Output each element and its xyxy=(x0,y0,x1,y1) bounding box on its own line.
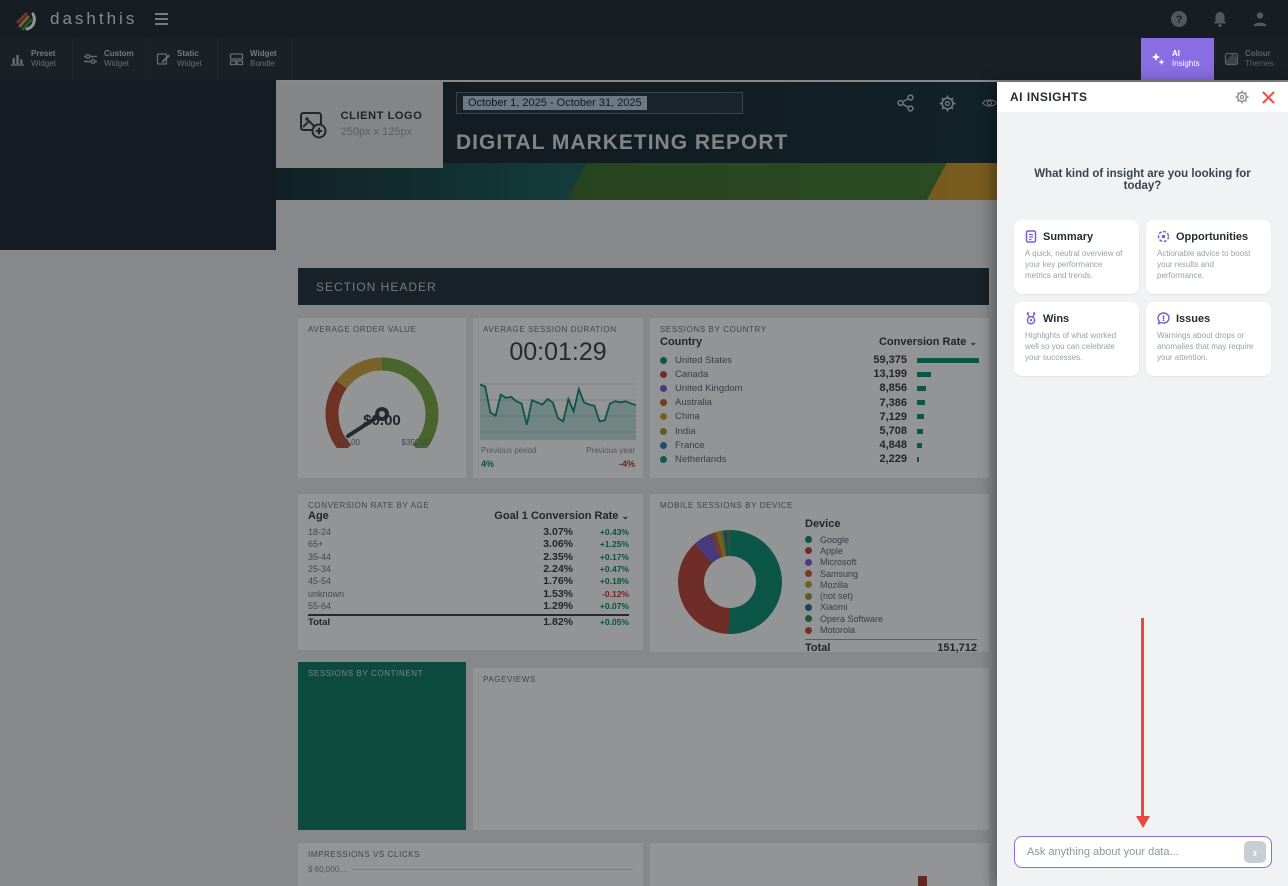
ai-insights-panel: AI INSIGHTS What kind of insight are you… xyxy=(997,82,1288,886)
ai-cards-grid: Summary A quick, neutral overview of you… xyxy=(1014,220,1271,376)
ai-ask-input[interactable] xyxy=(1027,846,1244,858)
opportunities-target-icon xyxy=(1157,230,1170,243)
summary-document-icon xyxy=(1025,230,1037,243)
ai-ask-input-box: › xyxy=(1014,836,1272,868)
tutorial-arrow xyxy=(1141,618,1144,818)
ai-question-text: What kind of insight are you looking for… xyxy=(997,168,1288,192)
ai-insights-button[interactable]: AIInsights xyxy=(1141,38,1214,80)
ai-card-wins[interactable]: Wins Highlights of what worked well so y… xyxy=(1014,302,1139,376)
ai-card-opportunities[interactable]: Opportunities Actionable advice to boost… xyxy=(1146,220,1271,294)
ai-sparkle-icon xyxy=(1151,52,1166,67)
send-button[interactable]: › xyxy=(1244,841,1266,863)
ai-panel-title: AI INSIGHTS xyxy=(1010,90,1088,104)
tutorial-arrow-head xyxy=(1136,816,1150,828)
ai-card-issues[interactable]: Issues Warnings about drops or anomalies… xyxy=(1146,302,1271,376)
issues-alert-bubble-icon xyxy=(1157,312,1170,325)
close-icon[interactable] xyxy=(1262,91,1275,104)
wins-medal-icon xyxy=(1025,312,1037,325)
ai-card-summary[interactable]: Summary A quick, neutral overview of you… xyxy=(1014,220,1139,294)
ai-panel-header: AI INSIGHTS xyxy=(997,82,1288,112)
ai-settings-gear-icon[interactable] xyxy=(1234,89,1250,105)
